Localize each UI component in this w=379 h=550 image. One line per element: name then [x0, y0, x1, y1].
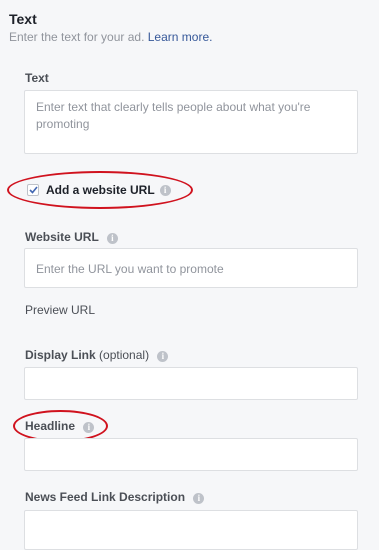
website-url-label: Website URL i: [25, 230, 118, 244]
news-feed-desc-label-text: News Feed Link Description: [25, 490, 186, 504]
info-icon[interactable]: i: [193, 493, 205, 504]
website-url-input[interactable]: Enter the URL you want to promote: [24, 248, 358, 288]
display-link-label-text: Display Link: [25, 348, 96, 362]
text-label: Text: [25, 71, 49, 85]
display-link-input[interactable]: [24, 367, 358, 400]
display-link-optional: (optional): [99, 348, 150, 362]
website-url-label-text: Website URL: [25, 230, 99, 244]
website-url-placeholder: Enter the URL you want to promote: [36, 262, 224, 276]
section-subtitle: Enter the text for your ad. Learn more.: [9, 30, 212, 44]
section-title: Text: [9, 11, 37, 27]
text-placeholder: Enter text that clearly tells people abo…: [36, 100, 311, 131]
text-textarea[interactable]: Enter text that clearly tells people abo…: [24, 90, 358, 154]
add-website-url-checkbox[interactable]: [27, 184, 39, 196]
headline-label: Headline i: [25, 419, 95, 433]
info-icon[interactable]: i: [157, 351, 169, 362]
headline-label-text: Headline: [25, 419, 76, 433]
info-icon[interactable]: i: [106, 233, 118, 244]
subtitle-text: Enter the text for your ad.: [9, 30, 145, 44]
news-feed-desc-input[interactable]: [24, 510, 358, 550]
info-icon[interactable]: i: [83, 422, 95, 433]
checkmark-icon: [28, 186, 38, 194]
add-website-url-label: Add a website URL: [46, 183, 155, 197]
preview-url-link[interactable]: Preview URL: [25, 303, 95, 317]
headline-input[interactable]: [24, 438, 358, 471]
display-link-label: Display Link (optional) i: [25, 348, 169, 362]
learn-more-link[interactable]: Learn more.: [148, 30, 213, 44]
news-feed-desc-label: News Feed Link Description i: [25, 490, 205, 504]
add-website-url-toggle[interactable]: Add a website URL i: [27, 183, 171, 197]
text-label-text: Text: [25, 71, 49, 85]
info-icon[interactable]: i: [159, 184, 171, 196]
